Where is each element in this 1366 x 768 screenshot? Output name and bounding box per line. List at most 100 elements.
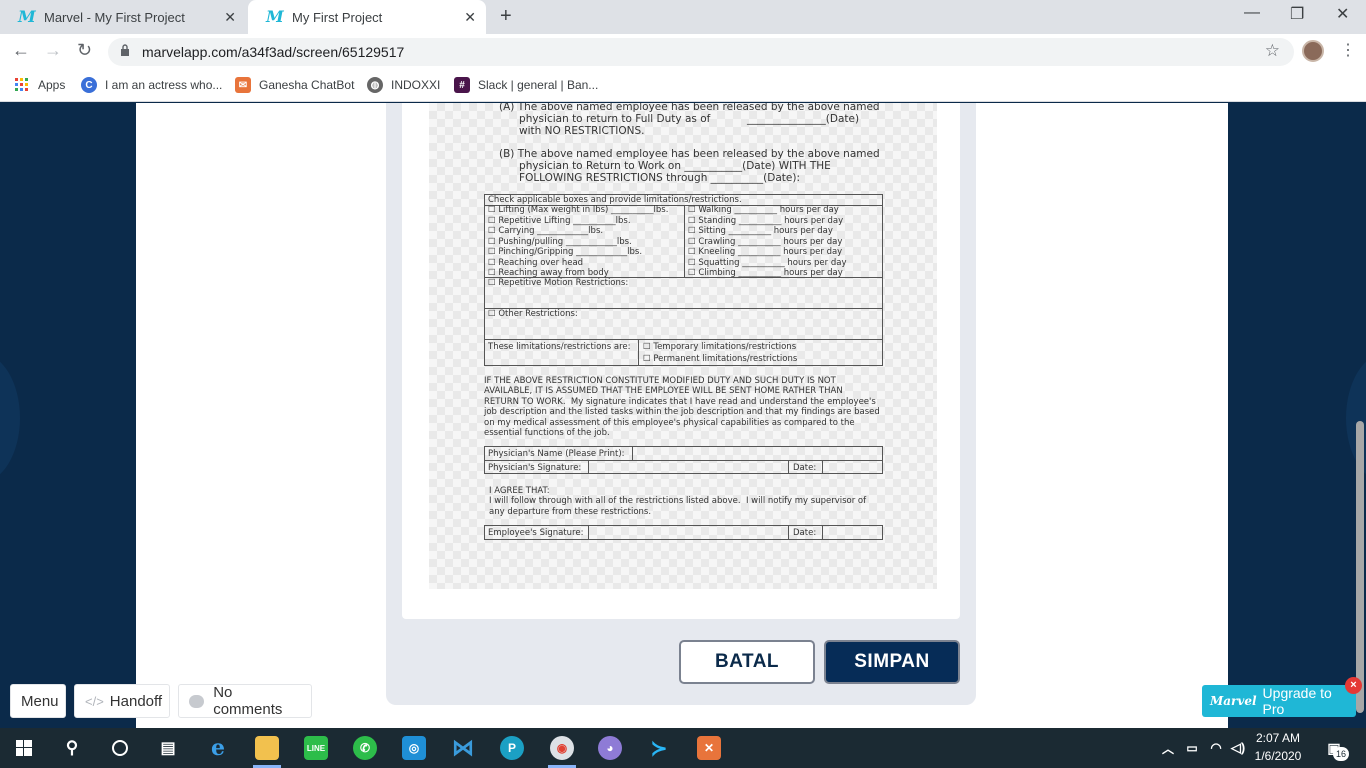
lock-icon [121, 44, 129, 56]
clock-date[interactable]: 1/6/2020 [1248, 749, 1308, 763]
modified-duty-notice: IF THE ABOVE RESTRICTION CONSTITUTE MODI… [484, 376, 880, 439]
volume-icon[interactable]: ◁) [1226, 736, 1250, 760]
other-restrictions: ☐ Other Restrictions: [488, 309, 578, 319]
menu-kebab-icon[interactable]: ⋮ [1340, 40, 1356, 60]
divider [638, 339, 639, 366]
option-a-text: (A) The above named employee has been re… [499, 103, 880, 137]
decorative-shape [0, 353, 20, 483]
divider [684, 205, 685, 277]
dismiss-upgrade-icon[interactable]: × [1345, 677, 1362, 694]
apps-grid-icon [14, 77, 30, 93]
restriction-reaching-overhead: ☐ Reaching over head [488, 257, 584, 268]
whatsapp-icon[interactable]: ✆ [353, 736, 377, 760]
tab-marvel[interactable]: M Marvel - My First Project ✕ [0, 0, 246, 34]
xampp-icon[interactable]: ✕ [697, 736, 721, 760]
app-p-icon[interactable]: P [500, 736, 524, 760]
line-icon[interactable]: LINE [304, 736, 328, 760]
windows-start-icon[interactable] [16, 740, 32, 756]
limitations-label: These limitations/restrictions are: [488, 342, 631, 352]
minimize-icon[interactable]: — [1244, 4, 1260, 22]
restrictions-header: Check applicable boxes and provide limit… [488, 195, 742, 205]
restriction-squatting: ☐ Squatting __________ hours per day [688, 257, 847, 268]
bookmark-actress[interactable]: C I am an actress who... [81, 77, 222, 93]
bookmark-label: Apps [38, 78, 66, 92]
comments-label: No comments [213, 684, 283, 718]
restriction-crawling: ☐ Crawling __________ hours per day [688, 236, 843, 247]
restriction-climbing: ☐ Climbing __________ hours per day [688, 268, 843, 278]
document-image[interactable]: (A) The above named employee has been re… [429, 103, 937, 589]
upgrade-label: Upgrade to Pro [1262, 685, 1332, 717]
bookmark-label: Slack | general | Ban... [478, 78, 599, 92]
batal-button[interactable]: BATAL [679, 640, 815, 684]
physician-date-label: Date: [793, 463, 817, 473]
vscode-icon[interactable]: ⋈ [451, 735, 475, 760]
file-explorer-icon[interactable] [255, 736, 279, 760]
restore-icon[interactable]: ❐ [1290, 4, 1304, 24]
scrollbar-thumb[interactable] [1356, 421, 1364, 713]
forward-icon[interactable]: → [44, 40, 62, 61]
bookmark-apps[interactable]: Apps [14, 77, 65, 93]
battery-icon[interactable]: ▭ [1180, 736, 1204, 760]
store-icon[interactable]: ◎ [402, 736, 426, 760]
c-icon: C [81, 77, 97, 93]
profile-avatar[interactable] [1302, 40, 1324, 62]
employee-date-label: Date: [793, 528, 817, 538]
task-view-icon[interactable]: ▤ [156, 736, 180, 760]
temporary-option: ☐ Temporary limitations/restrictions [643, 342, 797, 352]
new-tab-button[interactable]: + [500, 5, 512, 28]
employee-signature-label: Employee's Signature: [488, 528, 584, 538]
restriction-repetitive-lifting: ☐ Repetitive Lifting __________lbs. [488, 215, 631, 226]
clock-time[interactable]: 2:07 AM [1248, 731, 1308, 745]
prototype-viewport: (A) The above named employee has been re… [0, 103, 1366, 728]
cortana-icon[interactable] [108, 736, 132, 760]
bookmark-ganesha[interactable]: ✉ Ganesha ChatBot [235, 77, 354, 93]
globe-icon: ◍ [367, 77, 383, 93]
bookmark-slack[interactable]: # Slack | general | Ban... [454, 77, 598, 93]
physician-name-label: Physician's Name (Please Print): [488, 449, 625, 459]
comment-icon [189, 694, 205, 708]
comments-button[interactable]: No comments [178, 684, 312, 718]
divider [484, 339, 883, 340]
close-tab-icon[interactable]: ✕ [224, 9, 236, 26]
taskbar: ⚲ ▤ e LINE ✆ ◎ ⋈ P ◉ ◕ ≻ ✕ ︿ ▭ ◠ ◁) 2:07… [0, 728, 1366, 768]
edge-icon[interactable]: e [206, 735, 230, 761]
restriction-pushing: ☐ Pushing/pulling ____________lbs. [488, 236, 632, 247]
wifi-icon[interactable]: ◠ [1204, 736, 1228, 760]
chrome-icon[interactable]: ◉ [550, 736, 574, 760]
address-bar[interactable]: marvelapp.com/a34f3ad/screen/65129517 ☆ [108, 38, 1294, 66]
upgrade-to-pro-button[interactable]: Marvel Upgrade to Pro [1202, 685, 1356, 717]
bookmark-label: INDOXXI [391, 78, 441, 92]
close-window-icon[interactable]: ✕ [1336, 4, 1349, 24]
permanent-option: ☐ Permanent limitations/restrictions [643, 353, 798, 364]
reload-icon[interactable]: ↻ [77, 40, 92, 61]
bookmark-label: I am an actress who... [105, 78, 223, 92]
back-icon[interactable]: ← [12, 40, 30, 61]
search-icon[interactable]: ⚲ [60, 736, 84, 760]
simpan-button[interactable]: SIMPAN [824, 640, 960, 684]
agree-text: I AGREE THAT: I will follow through with… [489, 486, 867, 517]
code-icon: </> [85, 693, 104, 709]
menu-button[interactable]: Menu [10, 684, 66, 718]
tab-title: Marvel - My First Project [44, 9, 185, 25]
divider [822, 525, 823, 540]
divider [588, 525, 589, 540]
divider [632, 446, 633, 460]
restriction-carrying: ☐ Carrying ____________lbs. [488, 226, 604, 236]
bookmark-indoxxi[interactable]: ◍ INDOXXI [367, 77, 440, 93]
chevron-up-icon[interactable]: ︿ [1156, 736, 1180, 760]
restriction-standing: ☐ Standing __________ hours per day [688, 215, 844, 226]
tab-bar: M Marvel - My First Project ✕ M My First… [0, 0, 1366, 34]
tab-my-first-project[interactable]: M My First Project ✕ [248, 0, 486, 34]
divider [822, 460, 823, 474]
restriction-pinching: ☐ Pinching/Gripping ____________lbs. [488, 247, 643, 257]
bookmark-star-icon[interactable]: ☆ [1265, 41, 1280, 61]
close-tab-icon[interactable]: ✕ [464, 9, 476, 26]
bookmark-label: Ganesha ChatBot [259, 78, 355, 92]
github-desktop-icon[interactable]: ◕ [598, 736, 622, 760]
terminal-icon[interactable]: ≻ [647, 736, 671, 760]
restriction-kneeling: ☐ Kneeling __________ hours per day [688, 247, 843, 257]
browser-toolbar: ← → ↻ marvelapp.com/a34f3ad/screen/65129… [0, 34, 1366, 70]
handoff-button[interactable]: </> Handoff [74, 684, 170, 718]
notification-count: 16 [1333, 747, 1349, 761]
divider [788, 460, 789, 474]
